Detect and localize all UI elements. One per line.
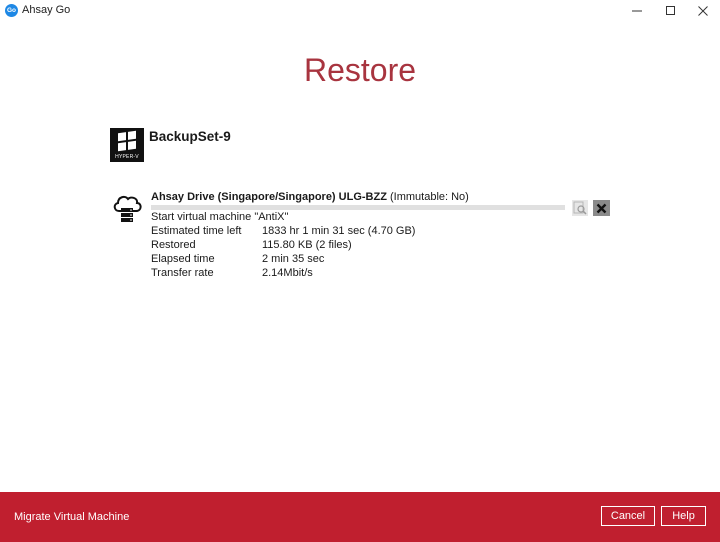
stat-value-restored: 115.80 KB (2 files) <box>262 239 352 251</box>
maximize-icon <box>666 6 675 15</box>
app-logo-icon: Go <box>5 4 18 17</box>
view-log-button[interactable] <box>572 200 588 216</box>
cancel-button[interactable]: Cancel <box>601 506 655 526</box>
footer-bar: Migrate Virtual Machine Cancel Help <box>0 492 720 542</box>
window-title: Ahsay Go <box>22 4 71 16</box>
status-message: Start virtual machine "AntiX" <box>151 211 289 223</box>
magnifier-icon <box>573 201 587 215</box>
stat-value-transfer-rate: 2.14Mbit/s <box>262 267 313 279</box>
cancel-job-button[interactable] <box>593 200 610 216</box>
minimize-icon <box>632 10 642 12</box>
cloud-drive-icon <box>110 191 144 225</box>
title-bar: Go Ahsay Go <box>0 0 720 22</box>
stat-label-restored: Restored <box>151 239 196 251</box>
hyperv-windows-icon: HYPER-V <box>110 128 144 162</box>
stat-label-time-left: Estimated time left <box>151 225 242 237</box>
close-window-button[interactable] <box>686 0 720 22</box>
backupset-name: BackupSet-9 <box>149 129 231 144</box>
page-title: Restore <box>303 52 417 88</box>
stat-value-elapsed: 2 min 35 sec <box>262 253 325 265</box>
footer-task-label: Migrate Virtual Machine <box>14 511 130 523</box>
maximize-button[interactable] <box>654 0 688 22</box>
destination-name: Ahsay Drive (Singapore/Singapore) ULG-BZ… <box>151 191 469 203</box>
x-icon <box>596 203 607 213</box>
destination-title: Ahsay Drive (Singapore/Singapore) ULG-BZ… <box>151 191 387 203</box>
close-icon <box>698 6 708 16</box>
immutable-status: (Immutable: No) <box>389 191 469 203</box>
minimize-button[interactable] <box>620 0 654 22</box>
progress-bar <box>151 205 565 210</box>
hyperv-label: HYPER-V <box>115 154 139 160</box>
stat-label-transfer-rate: Transfer rate <box>151 267 214 279</box>
help-button[interactable]: Help <box>661 506 706 526</box>
stat-label-elapsed: Elapsed time <box>151 253 215 265</box>
windows-logo-icon <box>118 130 136 152</box>
stat-value-time-left: 1833 hr 1 min 31 sec (4.70 GB) <box>262 225 416 237</box>
